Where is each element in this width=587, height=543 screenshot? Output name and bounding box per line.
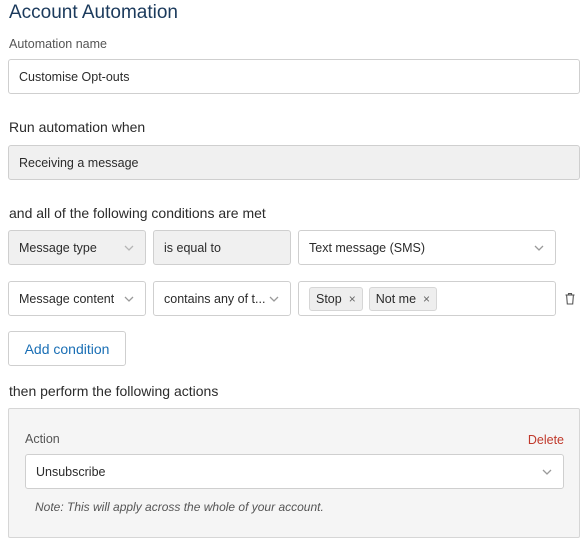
condition-2-tags-input[interactable]: Stop × Not me ×: [298, 281, 556, 316]
condition-1-field-select: Message type: [8, 230, 146, 265]
action-note: Note: This will apply across the whole o…: [35, 500, 324, 514]
trigger-label: Run automation when: [9, 119, 146, 135]
condition-2-operator-select[interactable]: contains any of t...: [153, 281, 291, 316]
chevron-down-icon: [541, 466, 553, 478]
chevron-down-icon: [533, 242, 545, 254]
delete-action-link[interactable]: Delete: [528, 433, 564, 447]
condition-2-field-select[interactable]: Message content: [8, 281, 146, 316]
condition-2-field-value: Message content: [19, 291, 115, 306]
conditions-label: and all of the following conditions are …: [9, 205, 266, 221]
condition-1-operator-value: is equal to: [164, 240, 221, 255]
actions-label: then perform the following actions: [9, 383, 219, 399]
action-select[interactable]: Unsubscribe: [25, 454, 564, 489]
trigger-field: Receiving a message: [8, 145, 580, 180]
condition-1-value: Text message (SMS): [309, 240, 426, 255]
tag-stop: Stop ×: [309, 286, 363, 311]
chevron-down-icon: [268, 293, 280, 305]
trash-icon[interactable]: [564, 292, 576, 310]
condition-1-operator: is equal to: [153, 230, 291, 265]
chevron-down-icon: [123, 242, 135, 254]
automation-name-value: Customise Opt-outs: [19, 69, 130, 84]
action-panel: Action Delete Unsubscribe Note: This wil…: [8, 408, 580, 538]
add-condition-button[interactable]: Add condition: [8, 331, 126, 366]
condition-2-operator-value: contains any of t...: [164, 291, 266, 306]
tag-stop-label: Stop: [316, 291, 342, 306]
condition-1-value-select[interactable]: Text message (SMS): [298, 230, 556, 265]
tag-not-me: Not me ×: [368, 286, 438, 311]
remove-tag-icon[interactable]: ×: [423, 292, 430, 306]
page-title: Account Automation: [9, 2, 178, 23]
action-value: Unsubscribe: [36, 464, 106, 479]
remove-tag-icon[interactable]: ×: [349, 292, 356, 306]
condition-1-field-value: Message type: [19, 240, 97, 255]
chevron-down-icon: [123, 293, 135, 305]
tag-not-me-label: Not me: [375, 291, 417, 306]
action-label: Action: [25, 432, 60, 446]
automation-name-input[interactable]: Customise Opt-outs: [8, 59, 580, 94]
automation-name-label: Automation name: [9, 37, 107, 51]
trigger-value: Receiving a message: [19, 155, 139, 170]
